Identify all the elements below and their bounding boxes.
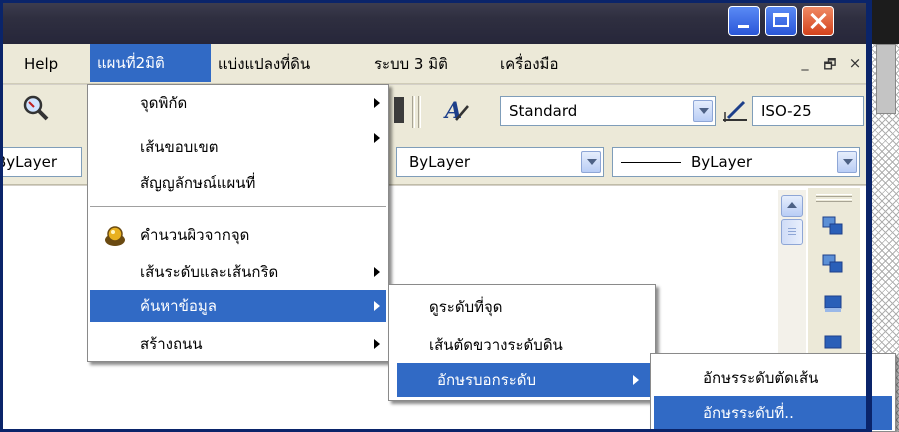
chevron-right-icon [374, 339, 380, 349]
menu-item-label: อักษรระดับตัดเส้น [703, 369, 819, 387]
menu-help[interactable]: Help [17, 44, 65, 84]
menu-item-label: เส้นระดับและเส้นกริด [140, 263, 279, 281]
menu-item-search-data[interactable]: ค้นหาข้อมูล [90, 290, 386, 322]
menu-tools[interactable]: เครื่องมือ [493, 44, 565, 84]
chevron-right-icon [374, 301, 380, 311]
color-select[interactable]: ByLayer [396, 147, 604, 177]
background-window-title [872, 0, 899, 44]
menu-separator [90, 206, 386, 207]
menu-item-label: ดูระดับที่จุด [429, 298, 503, 316]
text-style-value: Standard [509, 102, 578, 120]
arrange-icon[interactable] [822, 216, 844, 236]
text-style-icon[interactable]: A [442, 96, 470, 124]
magnifier-icon[interactable] [20, 93, 50, 123]
menu-item-coordinates[interactable]: จุดพิกัด [88, 87, 388, 119]
toolbar-separator [412, 96, 415, 128]
menu-subdivide[interactable]: แบ่งแปลงที่ดิน [211, 44, 317, 84]
mdi-close-button[interactable]: × [843, 54, 867, 74]
menu-tools-label: เครื่องมือ [500, 55, 559, 73]
level-labels-submenu: อักษรระดับตัดเส้น อักษรระดับที่.. [650, 353, 896, 432]
menu-item-cross-section[interactable]: เส้นตัดขวางระดับดิน [389, 329, 655, 361]
menu-map2d-label: แผนที่2มิติ [97, 54, 165, 72]
scroll-thumb[interactable] [781, 219, 803, 245]
linetype-value: ByLayer [691, 153, 752, 171]
menu-item-label: อักษรบอกระดับ [437, 371, 537, 389]
menu-item-label-intersect[interactable]: อักษรระดับตัดเส้น [651, 362, 895, 394]
toolbar-grip [816, 194, 852, 197]
toolbar-grip [816, 199, 852, 202]
svg-text:A: A [443, 98, 462, 124]
mdi-minimize-button[interactable]: _ [793, 55, 817, 75]
menu-item-label-at[interactable]: อักษรระดับที่.. [654, 396, 892, 430]
chevron-right-icon [633, 375, 639, 385]
arrange-icon[interactable] [822, 334, 844, 354]
menu-item-boundary[interactable]: เส้นขอบเขต [88, 131, 388, 163]
chevron-right-icon [374, 267, 380, 277]
close-icon[interactable] [802, 6, 834, 36]
dim-style-icon[interactable] [720, 96, 750, 124]
dim-style-select[interactable]: ISO-25 [752, 96, 864, 126]
menu-3d[interactable]: ระบบ 3 มิติ [367, 44, 455, 84]
search-data-submenu: ดูระดับที่จุด เส้นตัดขวางระดับดิน อักษรบ… [388, 284, 656, 401]
menu-subdivide-label: แบ่งแปลงที่ดิน [218, 55, 311, 73]
toolbar-separator [418, 96, 421, 128]
text-style-select[interactable]: Standard [500, 96, 716, 126]
arrange-icon[interactable] [822, 254, 844, 274]
menu-item-label: เส้นตัดขวางระดับดิน [429, 336, 563, 354]
scroll-up-icon[interactable] [781, 195, 803, 217]
dim-style-value: ISO-25 [761, 102, 812, 120]
menu-item-create-road[interactable]: สร้างถนน [88, 328, 388, 360]
menu-map2d[interactable]: แผนที่2มิติ [90, 44, 211, 82]
map2d-dropdown: จุดพิกัด เส้นขอบเขต สัญญลักษณ์แผนที่ คำน… [87, 84, 389, 362]
calculator-icon [105, 226, 125, 246]
menu-item-label: จุดพิกัด [140, 94, 188, 112]
color-value: ByLayer [409, 153, 470, 171]
chevron-down-icon[interactable] [837, 151, 857, 173]
chevron-right-icon [374, 98, 380, 108]
menu-item-point-level[interactable]: ดูระดับที่จุด [389, 291, 655, 323]
menu-item-label: ค้นหาข้อมูล [140, 297, 217, 315]
menu-item-surface-calc[interactable]: คำนวนผิวจากจุด [88, 219, 388, 251]
menu-item-label: เส้นขอบเขต [140, 138, 219, 156]
linetype-preview [621, 162, 681, 163]
menu-item-label: สร้างถนน [140, 335, 203, 353]
mdi-restore-button[interactable]: 🗗 [818, 54, 842, 74]
minimize-icon[interactable] [728, 6, 760, 36]
menu-item-map-symbols[interactable]: สัญญลักษณ์แผนที่ [88, 167, 388, 199]
menu-help-label: Help [24, 55, 59, 73]
menu-3d-label: ระบบ 3 มิติ [374, 55, 448, 73]
chevron-right-icon [374, 133, 380, 143]
chevron-down-icon[interactable] [581, 151, 601, 173]
menu-item-label: คำนวนผิวจากจุด [140, 226, 250, 244]
toolbar-icon-partial[interactable] [394, 97, 404, 123]
arrange-icon[interactable] [822, 294, 844, 314]
background-scrollbar [876, 44, 896, 114]
menu-item-label: อักษรระดับที่.. [703, 404, 794, 422]
layer-value: ByLayer [0, 153, 57, 171]
menu-item-label: สัญญลักษณ์แผนที่ [140, 174, 256, 192]
menu-bar: Help แผนที่2มิติ แบ่งแปลงที่ดิน ระบบ 3 ม… [3, 44, 869, 84]
linetype-select[interactable]: ByLayer [612, 147, 860, 177]
maximize-icon[interactable] [765, 6, 797, 36]
menu-item-level-labels[interactable]: อักษรบอกระดับ [397, 363, 653, 397]
layer-select[interactable]: ByLayer [0, 147, 82, 177]
chevron-down-icon[interactable] [693, 100, 713, 122]
menu-item-contours-grid[interactable]: เส้นระดับและเส้นกริด [88, 256, 388, 288]
